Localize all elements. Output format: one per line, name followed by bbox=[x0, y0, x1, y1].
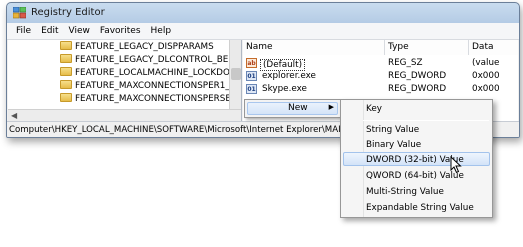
menu-bar: File Edit View Favorites Help bbox=[7, 23, 519, 40]
value-row[interactable]: 01 Skype.exe REG_DWORD 0x000 bbox=[243, 83, 518, 96]
value-type: REG_DWORD bbox=[388, 84, 447, 94]
column-header-name[interactable]: Name bbox=[243, 40, 385, 55]
folder-icon bbox=[60, 93, 72, 102]
value-name: Skype.exe bbox=[262, 84, 307, 94]
registry-editor-icon bbox=[13, 7, 26, 19]
tree-item[interactable]: FEATURE_LEGACY_DLCONTROL_BEHAVIC bbox=[60, 54, 241, 67]
menu-file[interactable]: File bbox=[11, 26, 36, 36]
new-menu-label: New bbox=[288, 103, 308, 113]
binary-value-icon: 01 bbox=[246, 84, 257, 94]
menu-edit[interactable]: Edit bbox=[36, 26, 63, 36]
folder-icon bbox=[60, 67, 72, 76]
tree-item[interactable]: FEATURE_MAXCONNECTIONSPERSERVER bbox=[60, 93, 241, 106]
column-header-data[interactable]: Data bbox=[469, 40, 518, 55]
folder-icon bbox=[60, 41, 72, 50]
menu-separator bbox=[363, 120, 489, 121]
value-type: REG_SZ bbox=[388, 58, 423, 68]
menu-item-expandable-string-value[interactable]: Expandable String Value bbox=[366, 203, 474, 216]
menu-item-multi-string-value[interactable]: Multi-String Value bbox=[366, 187, 444, 200]
title-bar[interactable]: Registry Editor bbox=[7, 3, 519, 23]
value-data: (value bbox=[472, 58, 500, 68]
value-type: REG_DWORD bbox=[388, 71, 447, 81]
tree-item[interactable]: FEATURE_MAXCONNECTIONSPER1_0SER\ bbox=[60, 80, 241, 93]
submenu-arrow-icon: ▶ bbox=[328, 103, 334, 111]
menu-view[interactable]: View bbox=[64, 26, 95, 36]
tree-item[interactable]: FEATURE_LEGACY_DISPPARAMS bbox=[60, 41, 214, 54]
context-menu-new-item[interactable]: New ▶ bbox=[244, 99, 341, 118]
menu-help[interactable]: Help bbox=[146, 26, 177, 36]
folder-icon bbox=[60, 54, 72, 63]
window-title: Registry Editor bbox=[31, 7, 105, 18]
scroll-left-icon[interactable]: ◀ bbox=[11, 111, 17, 120]
value-name: explorer.exe bbox=[262, 71, 316, 81]
value-row[interactable]: ab (Default) REG_SZ (value bbox=[243, 57, 518, 71]
value-data: 0x000 bbox=[472, 84, 500, 94]
tree-item[interactable]: FEATURE_LOCALMACHINE_LOCKDOWN bbox=[60, 67, 241, 80]
scrollbar-thumb[interactable] bbox=[231, 68, 241, 80]
menu-favorites[interactable]: Favorites bbox=[95, 26, 146, 36]
binary-value-icon: 01 bbox=[246, 71, 257, 81]
value-data: 0x000 bbox=[472, 71, 500, 81]
tree-horizontal-scrollbar[interactable]: ◀ bbox=[8, 109, 241, 121]
mouse-cursor-icon bbox=[450, 156, 462, 174]
menu-item-key[interactable]: Key bbox=[366, 104, 382, 117]
value-row[interactable]: 01 explorer.exe REG_DWORD 0x000 bbox=[243, 70, 518, 83]
menu-item-string-value[interactable]: String Value bbox=[366, 125, 419, 138]
new-submenu: Key String Value Binary Value DWORD (32-… bbox=[340, 99, 493, 218]
folder-icon bbox=[60, 80, 72, 89]
string-value-icon: ab bbox=[246, 58, 257, 68]
column-header-type[interactable]: Type bbox=[385, 40, 469, 55]
